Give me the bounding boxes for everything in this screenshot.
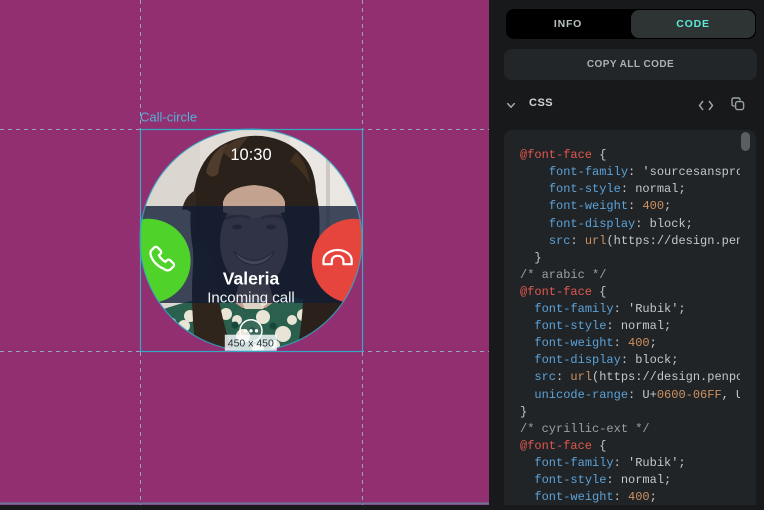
svg-text:Call-circle: Call-circle — [140, 110, 197, 125]
svg-text:Incoming call: Incoming call — [207, 290, 295, 307]
svg-text:10:30: 10:30 — [230, 146, 271, 164]
svg-text:450 x 450: 450 x 450 — [228, 338, 274, 350]
svg-text:Valeria: Valeria — [223, 269, 280, 289]
